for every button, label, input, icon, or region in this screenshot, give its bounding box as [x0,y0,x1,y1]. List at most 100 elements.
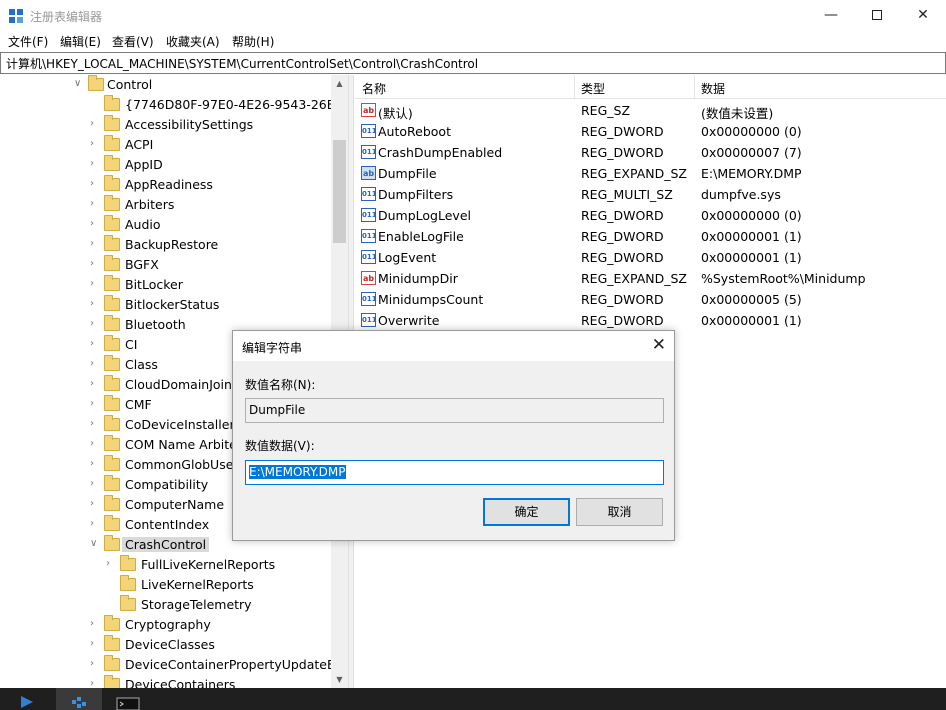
chevron-right-icon[interactable]: › [90,318,102,330]
tree-item-label: Control [107,77,153,92]
list-row[interactable]: 011 CrashDumpEnabled REG_DWORD 0x00000007 (… [355,142,946,163]
folder-icon [104,215,120,231]
binary-value-icon: 011 [361,187,377,201]
terminal-taskbar-icon[interactable] [15,688,45,710]
value-name: MinidumpDir [378,271,458,286]
chevron-right-icon[interactable]: › [90,358,102,370]
chevron-right-icon[interactable]: › [90,118,102,130]
binary-value-icon: 011 [361,124,377,138]
regedit-taskbar-icon[interactable] [56,688,102,710]
column-name[interactable]: 名称 [362,80,386,97]
list-row[interactable]: 011 AutoReboot REG_DWORD 0x00000000 (0) [355,121,946,142]
list-row[interactable]: 011 DumpFilters REG_MULTI_SZ dumpfve.sys [355,184,946,205]
value-type: REG_DWORD [581,145,664,160]
chevron-right-icon[interactable]: › [106,558,118,570]
scroll-thumb[interactable] [333,140,346,243]
list-row[interactable]: 011 MinidumpsCount REG_DWORD 0x00000005 (5) [355,289,946,310]
chevron-right-icon[interactable]: › [90,658,102,670]
chevron-down-icon[interactable]: ∨ [74,78,86,90]
taskbar [0,688,946,710]
cmd-taskbar-icon[interactable] [112,688,144,710]
list-row[interactable]: 011 DumpLogLevel REG_DWORD 0x00000000 (0) [355,205,946,226]
binary-value-icon: 011 [361,250,377,264]
chevron-right-icon[interactable]: › [90,258,102,270]
chevron-down-icon[interactable]: ∨ [90,538,102,550]
close-button[interactable]: ✕ [900,0,946,32]
value-type: REG_SZ [581,103,631,118]
dialog-close-icon[interactable]: ✕ [652,335,666,355]
list-row[interactable]: ab (默认) REG_SZ (数值未设置) [355,100,946,121]
menu-help[interactable]: 帮助(H) [232,33,274,50]
tree-item-label: {7746D80F-97E0-4E26-9543-26B41FC22F79} [125,97,348,112]
minimize-button[interactable]: — [808,0,854,32]
folder-icon [104,415,120,431]
chevron-right-icon[interactable]: › [90,198,102,210]
chevron-right-icon[interactable]: › [90,378,102,390]
chevron-right-icon[interactable]: › [90,238,102,250]
value-data: 0x00000001 (1) [701,313,802,328]
column-type[interactable]: 类型 [581,80,605,97]
value-data-input[interactable]: E:\MEMORY.DMP [245,460,664,485]
value-data: E:\MEMORY.DMP [701,166,802,181]
chevron-right-icon[interactable]: › [90,298,102,310]
tree-item-label: CoDeviceInstallers [125,417,242,432]
list-row[interactable]: ab DumpFile REG_EXPAND_SZ E:\MEMORY.DMP [355,163,946,184]
menu-edit[interactable]: 编辑(E) [60,33,101,50]
string-value-icon: ab [361,271,376,285]
chevron-right-icon[interactable]: › [90,618,102,630]
column-divider[interactable] [694,75,695,99]
list-row[interactable]: 011 LogEvent REG_DWORD 0x00000001 (1) [355,247,946,268]
menu-favorites[interactable]: 收藏夹(A) [166,33,220,50]
menu-file[interactable]: 文件(F) [8,33,48,50]
folder-icon [104,335,120,351]
value-type: REG_MULTI_SZ [581,187,673,202]
chevron-right-icon[interactable]: › [90,218,102,230]
menu-view[interactable]: 查看(V) [112,33,154,50]
chevron-right-icon[interactable]: › [90,638,102,650]
ok-button[interactable]: 确定 [483,498,570,526]
tree-item-label: CrashControl [122,537,210,552]
chevron-right-icon[interactable]: › [90,458,102,470]
chevron-right-icon[interactable]: › [90,478,102,490]
chevron-right-icon[interactable]: › [90,418,102,430]
chevron-right-icon[interactable]: › [90,438,102,450]
value-name: CrashDumpEnabled [378,145,503,160]
value-type: REG_DWORD [581,229,664,244]
title-bar: 注册表编辑器 — ✕ [0,0,946,32]
folder-icon [104,275,120,291]
tree-item-label: BitlockerStatus [125,297,220,312]
chevron-right-icon[interactable]: › [90,138,102,150]
chevron-right-icon[interactable]: › [90,278,102,290]
chevron-right-icon[interactable]: › [90,498,102,510]
maximize-button[interactable] [854,0,900,32]
address-bar[interactable]: 计算机\HKEY_LOCAL_MACHINE\SYSTEM\CurrentCon… [0,52,946,74]
list-row[interactable]: ab MinidumpDir REG_EXPAND_SZ %SystemRoot%\M… [355,268,946,289]
cancel-button[interactable]: 取消 [576,498,663,526]
value-data-selection: E:\MEMORY.DMP [249,465,346,479]
chevron-right-icon[interactable]: › [90,518,102,530]
chevron-right-icon[interactable]: › [90,678,102,688]
chevron-right-icon[interactable]: › [90,338,102,350]
chevron-right-icon[interactable]: › [90,158,102,170]
value-type: REG_EXPAND_SZ [581,166,687,181]
value-name-field: DumpFile [245,398,664,423]
scroll-up-icon[interactable]: ▲ [331,75,348,92]
chevron-right-icon[interactable]: › [90,178,102,190]
list-row[interactable]: 011 Overwrite REG_DWORD 0x00000001 (1) [355,310,946,331]
folder-icon [104,395,120,411]
tree-item-label: Compatibility [125,477,209,492]
binary-value-icon: 011 [361,313,377,327]
folder-icon [104,135,120,151]
tree-item-label: ACPI [125,137,154,152]
column-data[interactable]: 数据 [701,80,725,97]
tree-item-label: BitLocker [125,277,183,292]
folder-icon [104,155,120,171]
tree-item-label: LiveKernelReports [141,577,254,592]
value-name-label: 数值名称(N): [245,378,316,392]
chevron-right-icon[interactable]: › [90,398,102,410]
scroll-down-icon[interactable]: ▼ [331,671,348,688]
tree-item-label: BackupRestore [125,237,219,252]
column-divider[interactable] [574,75,575,99]
list-row[interactable]: 011 EnableLogFile REG_DWORD 0x00000001 (1) [355,226,946,247]
tree-item-label: DeviceContainerPropertyUpdateEvents [125,657,348,672]
